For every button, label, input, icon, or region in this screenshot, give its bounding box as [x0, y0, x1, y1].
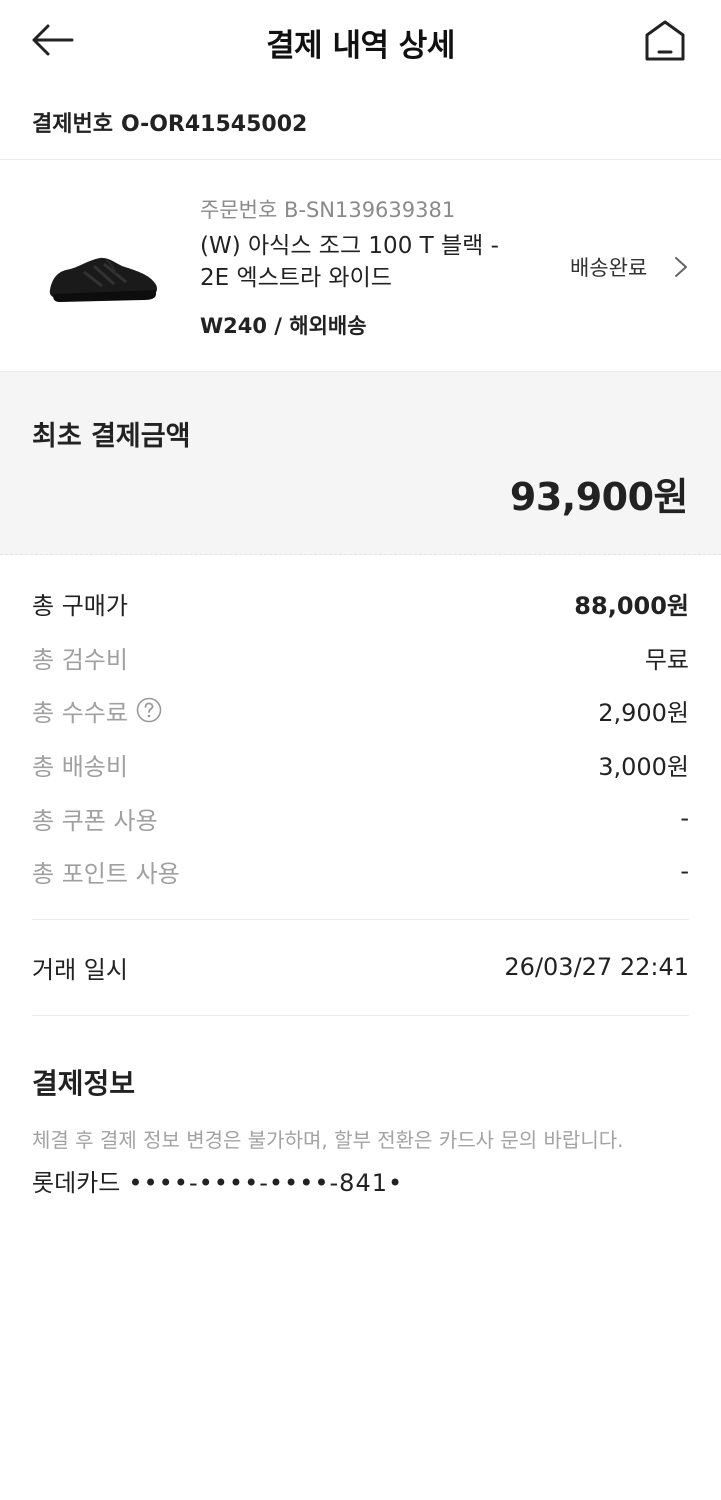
transaction-label: 거래 일시 — [32, 955, 128, 984]
payment-number-label: 결제번호 — [32, 112, 113, 137]
payment-info-title: 결제정보 — [32, 1067, 136, 1100]
order-number: 주문번호 B-SN139639381 — [200, 198, 456, 222]
breakdown-row: 총 포인트 사용 - — [32, 853, 689, 889]
home-icon — [645, 20, 685, 61]
breakdown-value: - — [680, 804, 689, 832]
payment-number: 결제번호 O-OR41545002 — [32, 106, 307, 138]
breakdown-row: 총 구매가 88,000원 — [32, 585, 689, 621]
breakdown-value: 88,000원 — [574, 591, 689, 620]
home-button[interactable] — [640, 15, 690, 65]
breakdown-row: 총 수수료 2,900원 — [32, 692, 689, 728]
divider — [32, 1015, 689, 1016]
page-title: 결제 내역 상세 — [266, 28, 455, 64]
card-number: ••••-••••-••••-841• — [128, 1169, 404, 1197]
card-name: 롯데카드 — [32, 1169, 121, 1197]
transaction-row: 거래 일시 26/03/27 22:41 — [32, 949, 689, 985]
breakdown-label: 총 검수비 — [32, 645, 128, 674]
delivery-status[interactable]: 배송완료 — [570, 252, 647, 282]
breakdown-row: 총 검수비 무료 — [32, 639, 689, 675]
breakdown-label: 총 쿠폰 사용 — [32, 806, 158, 835]
product-option: W240 / 해외배송 — [200, 314, 367, 338]
fee-label-wrap: 총 수수료 — [32, 693, 162, 728]
initial-payment-section — [0, 371, 721, 555]
transaction-value: 26/03/27 22:41 — [504, 953, 689, 981]
breakdown-label: 총 포인트 사용 — [32, 859, 180, 888]
payment-info-note: 체결 후 결제 정보 변경은 불가하며, 할부 전환은 카드사 문의 바랍니다. — [32, 1128, 624, 1152]
breakdown-row: 총 배송비 3,000원 — [32, 746, 689, 782]
breakdown-label: 총 수수료 — [32, 698, 128, 727]
breakdown-label: 총 배송비 — [32, 752, 128, 781]
breakdown-value: 3,000원 — [598, 752, 689, 781]
breakdown-value: - — [680, 857, 689, 885]
breakdown-row: 총 쿠폰 사용 - — [32, 800, 689, 836]
breakdown-value: 무료 — [644, 645, 689, 674]
initial-payment-amount: 93,900원 — [509, 475, 689, 519]
question-icon[interactable] — [136, 697, 162, 723]
breakdown-label: 총 구매가 — [32, 591, 128, 620]
chevron-right-icon — [675, 257, 687, 277]
card-info: 롯데카드 ••••-••••-••••-841• — [32, 1163, 403, 1198]
product-name: (W) 아식스 조그 100 T 블랙 - 2E 엑스트라 와이드 — [200, 233, 499, 291]
divider — [32, 919, 689, 920]
payment-number-value: O-OR41545002 — [120, 112, 308, 137]
initial-payment-label: 최초 결제금액 — [32, 421, 191, 452]
header: 결제 내역 상세 — [0, 0, 721, 82]
breakdown-value: 2,900원 — [598, 698, 689, 727]
black-sneaker-image — [49, 257, 157, 302]
